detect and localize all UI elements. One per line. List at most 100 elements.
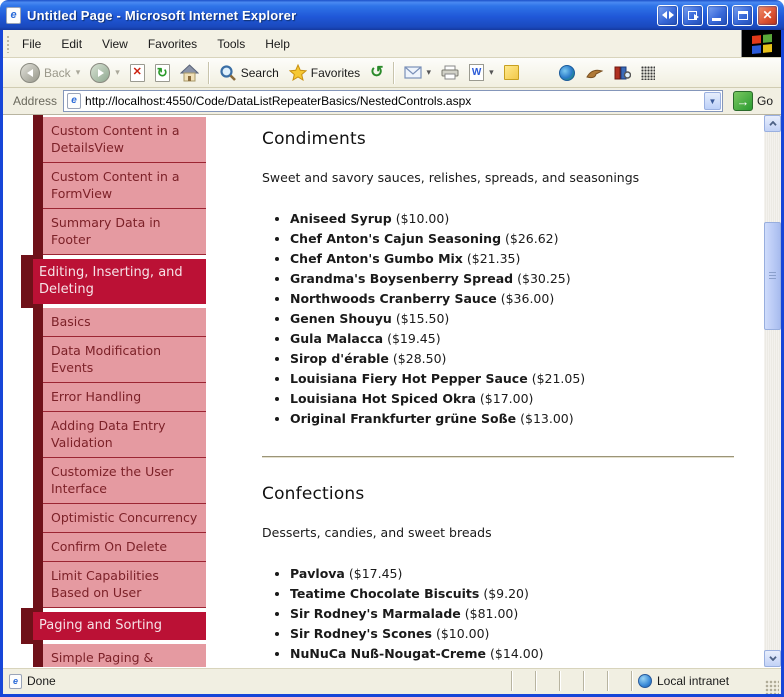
product-item: Aniseed Syrup($10.00) bbox=[290, 209, 736, 229]
scrollbar-thumb[interactable] bbox=[764, 222, 781, 330]
stop-button[interactable]: ✕ bbox=[126, 62, 149, 84]
back-arrow-icon bbox=[20, 62, 40, 83]
sidebar-rail bbox=[33, 115, 43, 667]
product-name: Sir Rodney's Marmalade bbox=[290, 606, 461, 621]
product-price: ($10.00) bbox=[395, 211, 450, 226]
sidebar-item-custom-content-in-a-detailsview[interactable]: Custom Content in a DetailsView bbox=[43, 117, 206, 163]
titlebar-popout-button[interactable] bbox=[682, 4, 703, 26]
sidebar-item-custom-content-in-a-formview[interactable]: Custom Content in a FormView bbox=[43, 163, 206, 209]
section-title: Confections bbox=[262, 484, 365, 504]
back-label: Back bbox=[44, 65, 71, 80]
sidebar-item-limit-capabilities-based-on-user[interactable]: Limit Capabilities Based on User bbox=[43, 562, 206, 608]
main-content: Condiments Sweet and savory sauces, relis… bbox=[206, 115, 764, 667]
home-button[interactable] bbox=[176, 62, 203, 84]
search-button[interactable]: Search bbox=[215, 62, 283, 84]
sidebar-item-label: Paging and Sorting bbox=[39, 618, 163, 633]
product-item: Chef Anton's Gumbo Mix($21.35) bbox=[290, 249, 736, 269]
maximize-button[interactable] bbox=[732, 4, 753, 26]
search-icon bbox=[220, 64, 236, 81]
vertical-scrollbar[interactable] bbox=[764, 115, 781, 667]
security-zone-panel: Local intranet bbox=[631, 671, 761, 691]
sidebar-item-simple-paging-sorting-examples[interactable]: Simple Paging & Sorting Examples bbox=[43, 644, 206, 667]
messenger-note-button[interactable] bbox=[500, 63, 523, 82]
minimize-button[interactable] bbox=[707, 4, 728, 26]
menu-file[interactable]: File bbox=[12, 33, 51, 55]
status-panel bbox=[511, 671, 535, 691]
status-panel bbox=[535, 671, 559, 691]
title-bar[interactable]: e Untitled Page - Microsoft Internet Exp… bbox=[0, 0, 784, 30]
sidebar-item-error-handling[interactable]: Error Handling bbox=[43, 383, 206, 412]
status-page-icon: e bbox=[9, 673, 22, 689]
address-dropdown-button[interactable]: ▼ bbox=[703, 92, 721, 110]
print-button[interactable] bbox=[437, 63, 463, 82]
edit-with-word-button[interactable]: W ▾ bbox=[465, 62, 498, 83]
favorites-star-icon bbox=[288, 64, 307, 81]
address-label: Address bbox=[13, 94, 58, 108]
refresh-button[interactable]: ↻ bbox=[151, 62, 174, 84]
titlebar-arrows-button[interactable] bbox=[657, 4, 678, 26]
research-button[interactable] bbox=[581, 64, 608, 82]
history-button[interactable]: ↺ bbox=[366, 63, 387, 83]
product-item: Genen Shouyu($15.50) bbox=[290, 309, 736, 329]
search-label: Search bbox=[240, 65, 279, 80]
globe-magnifier-icon bbox=[558, 64, 575, 81]
go-button[interactable]: → Go bbox=[729, 90, 777, 112]
sidebar-item-basics[interactable]: Basics bbox=[43, 308, 206, 337]
status-main-panel: e Done bbox=[5, 673, 511, 689]
back-button[interactable]: Back ▾ bbox=[16, 61, 84, 85]
mail-dropdown-icon[interactable]: ▾ bbox=[427, 67, 432, 78]
back-dropdown-icon[interactable]: ▾ bbox=[76, 67, 81, 78]
sidebar-item-summary-data-in-footer[interactable]: Summary Data in Footer bbox=[43, 209, 206, 255]
product-item: Original Frankfurter grüne Soße($13.00) bbox=[290, 409, 736, 429]
menu-tools[interactable]: Tools bbox=[207, 33, 255, 55]
address-url[interactable]: http://localhost:4550/Code/DataListRepea… bbox=[85, 94, 700, 108]
product-item: Gula Malacca($19.45) bbox=[290, 329, 736, 349]
windows-logo-throbber bbox=[741, 30, 781, 57]
product-price: ($10.00) bbox=[435, 626, 490, 641]
product-price: ($17.00) bbox=[479, 391, 534, 406]
scroll-down-button[interactable] bbox=[764, 650, 781, 667]
go-label: Go bbox=[756, 94, 773, 108]
menu-favorites[interactable]: Favorites bbox=[138, 33, 207, 55]
address-input[interactable]: e http://localhost:4550/Code/DataListRep… bbox=[63, 90, 723, 112]
sidebar-section-editing-inserting-and-deleting[interactable]: Editing, Inserting, and Deleting bbox=[21, 255, 206, 308]
sidebar-item-label: Optimistic Concurrency bbox=[51, 510, 198, 525]
discuss-globe-button[interactable] bbox=[555, 63, 579, 83]
browser-window: e Untitled Page - Microsoft Internet Exp… bbox=[0, 0, 784, 697]
matrix-tool-button[interactable] bbox=[637, 64, 659, 82]
sidebar-item-confirm-on-delete[interactable]: Confirm On Delete bbox=[43, 533, 206, 562]
address-bar: Address e http://localhost:4550/Code/Dat… bbox=[3, 88, 781, 115]
sidebar-item-label: Custom Content in a DetailsView bbox=[51, 123, 180, 155]
product-list: Aniseed Syrup($10.00)Chef Anton's Cajun … bbox=[290, 209, 736, 429]
menu-help[interactable]: Help bbox=[255, 33, 300, 55]
product-item: Louisiana Hot Spiced Okra($17.00) bbox=[290, 389, 736, 409]
encyclopedia-button[interactable] bbox=[610, 63, 635, 82]
menu-edit[interactable]: Edit bbox=[51, 33, 92, 55]
menu-view[interactable]: View bbox=[92, 33, 138, 55]
close-button[interactable]: ✕ bbox=[757, 4, 778, 26]
sidebar-section-paging-and-sorting[interactable]: Paging and Sorting bbox=[21, 608, 206, 644]
forward-button[interactable]: ▾ bbox=[86, 61, 124, 85]
product-name: Northwoods Cranberry Sauce bbox=[290, 291, 497, 306]
mail-envelope-icon bbox=[403, 66, 422, 79]
sidebar-item-data-modification-events[interactable]: Data Modification Events bbox=[43, 337, 206, 383]
product-name: Chef Anton's Gumbo Mix bbox=[290, 251, 463, 266]
product-item: Northwoods Cranberry Sauce($36.00) bbox=[290, 289, 736, 309]
product-name: Grandma's Boysenberry Spread bbox=[290, 271, 514, 286]
menubar-grip[interactable] bbox=[5, 34, 10, 53]
page-icon: e bbox=[67, 93, 82, 109]
forward-dropdown-icon[interactable]: ▾ bbox=[115, 67, 120, 78]
sidebar-item-optimistic-concurrency[interactable]: Optimistic Concurrency bbox=[43, 504, 206, 533]
sidebar-item-label: Confirm On Delete bbox=[51, 539, 168, 554]
mail-button[interactable]: ▾ bbox=[400, 64, 436, 81]
scrollbar-track[interactable] bbox=[764, 132, 781, 650]
product-item: Teatime Chocolate Biscuits($9.20) bbox=[290, 584, 736, 604]
scroll-up-button[interactable] bbox=[764, 115, 781, 132]
resize-grip[interactable] bbox=[765, 680, 779, 694]
favorites-button[interactable]: Favorites bbox=[285, 62, 364, 83]
word-dropdown-icon[interactable]: ▾ bbox=[489, 67, 494, 78]
sidebar-item-customize-the-user-interface[interactable]: Customize the User Interface bbox=[43, 458, 206, 504]
left-right-arrows-icon bbox=[661, 11, 674, 19]
product-price: ($14.00) bbox=[490, 646, 544, 661]
sidebar-item-adding-data-entry-validation[interactable]: Adding Data Entry Validation bbox=[43, 412, 206, 458]
